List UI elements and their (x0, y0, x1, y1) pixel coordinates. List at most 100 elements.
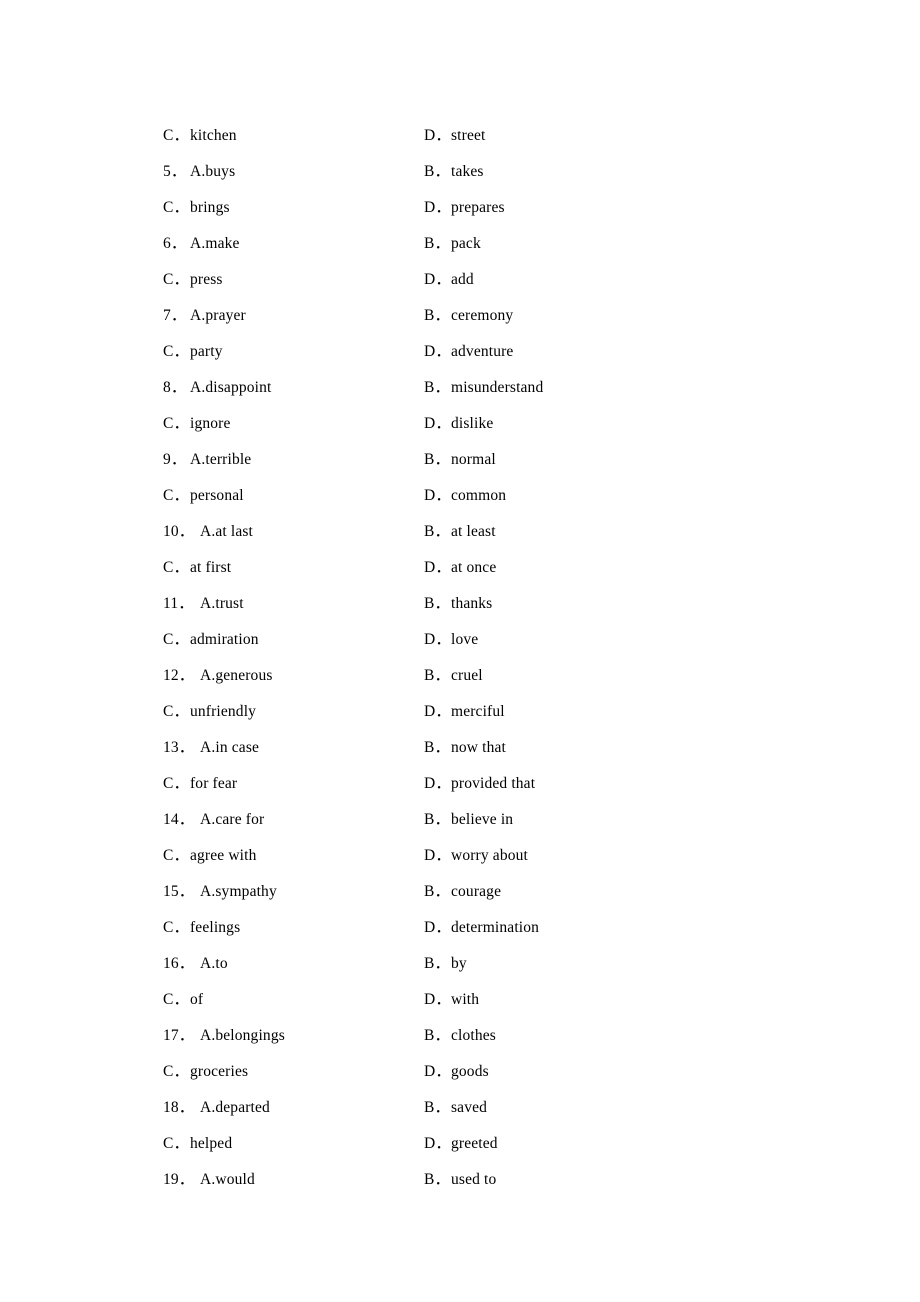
option-item: B．pack (424, 226, 481, 262)
option-text: provided that (451, 775, 536, 792)
question-number: 18． (163, 1099, 195, 1116)
option-text: brings (190, 199, 230, 216)
option-text: normal (451, 451, 496, 468)
option-row: C．unfriendly D．merciful (163, 694, 803, 730)
option-row: 7． A.prayer B．ceremony (163, 298, 803, 334)
question-item: 5． A.buys (163, 154, 235, 190)
option-marker: D． (424, 343, 451, 360)
option-row: C．brings D．prepares (163, 190, 803, 226)
option-marker-a: A. (200, 883, 216, 900)
option-text: at first (190, 559, 232, 576)
question-number: 9． (163, 451, 187, 468)
question-item: 6． A.make (163, 226, 240, 262)
option-text: adventure (451, 343, 514, 360)
option-item: B．thanks (424, 586, 492, 622)
option-marker: C． (163, 415, 190, 432)
option-marker: D． (424, 271, 451, 288)
option-text: at least (451, 523, 496, 540)
option-text: feelings (190, 919, 241, 936)
option-marker: D． (424, 1063, 451, 1080)
option-item: B．clothes (424, 1018, 496, 1054)
option-marker: B． (424, 163, 451, 180)
option-text: sympathy (215, 883, 277, 900)
option-marker-a: A. (190, 451, 206, 468)
option-marker: B． (424, 811, 451, 828)
option-row: C．groceries D．goods (163, 1054, 803, 1090)
option-text: believe in (451, 811, 514, 828)
option-text: cruel (451, 667, 483, 684)
question-number: 8． (163, 379, 187, 396)
option-item: D．prepares (424, 190, 505, 226)
option-item: C．admiration (163, 622, 259, 658)
option-marker: D． (424, 1135, 451, 1152)
option-marker: C． (163, 991, 190, 1008)
option-marker: B． (424, 595, 451, 612)
option-text: in case (215, 739, 260, 756)
option-marker: D． (424, 847, 451, 864)
option-text: worry about (451, 847, 528, 864)
option-marker: B． (424, 235, 451, 252)
option-item: D．goods (424, 1054, 489, 1090)
option-marker: D． (424, 775, 451, 792)
option-text: misunderstand (451, 379, 544, 396)
option-text: now that (451, 739, 507, 756)
option-text: dislike (451, 415, 494, 432)
question-item: 18． A.departed (163, 1090, 270, 1126)
option-row: C．helped D．greeted (163, 1126, 803, 1162)
option-row: C．ignore D．dislike (163, 406, 803, 442)
option-text: trust (215, 595, 244, 612)
option-item: C．for fear (163, 766, 237, 802)
option-marker-a: A. (200, 667, 216, 684)
option-marker: C． (163, 919, 190, 936)
option-row: 19． A.would B．used to (163, 1162, 803, 1198)
option-row: C．feelings D．determination (163, 910, 803, 946)
question-item: 15． A.sympathy (163, 874, 277, 910)
option-item: C．helped (163, 1126, 232, 1162)
question-number: 10． (163, 523, 195, 540)
option-marker: C． (163, 487, 190, 504)
option-marker-a: A. (200, 523, 216, 540)
option-text: groceries (190, 1063, 249, 1080)
option-row: 5． A.buys B．takes (163, 154, 803, 190)
option-text: saved (451, 1099, 488, 1116)
question-item: 7． A.prayer (163, 298, 246, 334)
option-text: greeted (451, 1135, 498, 1152)
option-marker: D． (424, 703, 451, 720)
option-marker: B． (424, 307, 451, 324)
option-text: with (451, 991, 480, 1008)
option-text: of (190, 991, 204, 1008)
option-row: C．at first D．at once (163, 550, 803, 586)
option-marker: B． (424, 1099, 451, 1116)
option-marker: C． (163, 559, 190, 576)
option-item: B．used to (424, 1162, 496, 1198)
option-text: generous (215, 667, 273, 684)
option-row: 11． A.trust B．thanks (163, 586, 803, 622)
option-row: C．party D．adventure (163, 334, 803, 370)
option-item: D．provided that (424, 766, 535, 802)
option-text: by (451, 955, 467, 972)
option-text: common (451, 487, 507, 504)
option-row: 9． A.terrible B．normal (163, 442, 803, 478)
option-item: B．cruel (424, 658, 483, 694)
option-text: determination (451, 919, 540, 936)
question-item: 8． A.disappoint (163, 370, 271, 406)
option-item: C．agree with (163, 838, 256, 874)
option-text: thanks (451, 595, 493, 612)
option-row: 14． A.care for B．believe in (163, 802, 803, 838)
option-text: terrible (205, 451, 252, 468)
option-marker-a: A. (190, 307, 206, 324)
option-row: C．agree with D．worry about (163, 838, 803, 874)
option-marker: B． (424, 379, 451, 396)
option-item: C．at first (163, 550, 231, 586)
option-item: B．now that (424, 730, 506, 766)
option-text: agree with (190, 847, 257, 864)
option-row: 13． A.in case B．now that (163, 730, 803, 766)
option-item: B．saved (424, 1090, 487, 1126)
option-marker-a: A. (200, 1171, 216, 1188)
option-text: press (190, 271, 223, 288)
option-marker: B． (424, 451, 451, 468)
option-text: used to (451, 1171, 497, 1188)
option-marker: D． (424, 559, 451, 576)
question-number: 16． (163, 955, 195, 972)
option-item: D．determination (424, 910, 539, 946)
